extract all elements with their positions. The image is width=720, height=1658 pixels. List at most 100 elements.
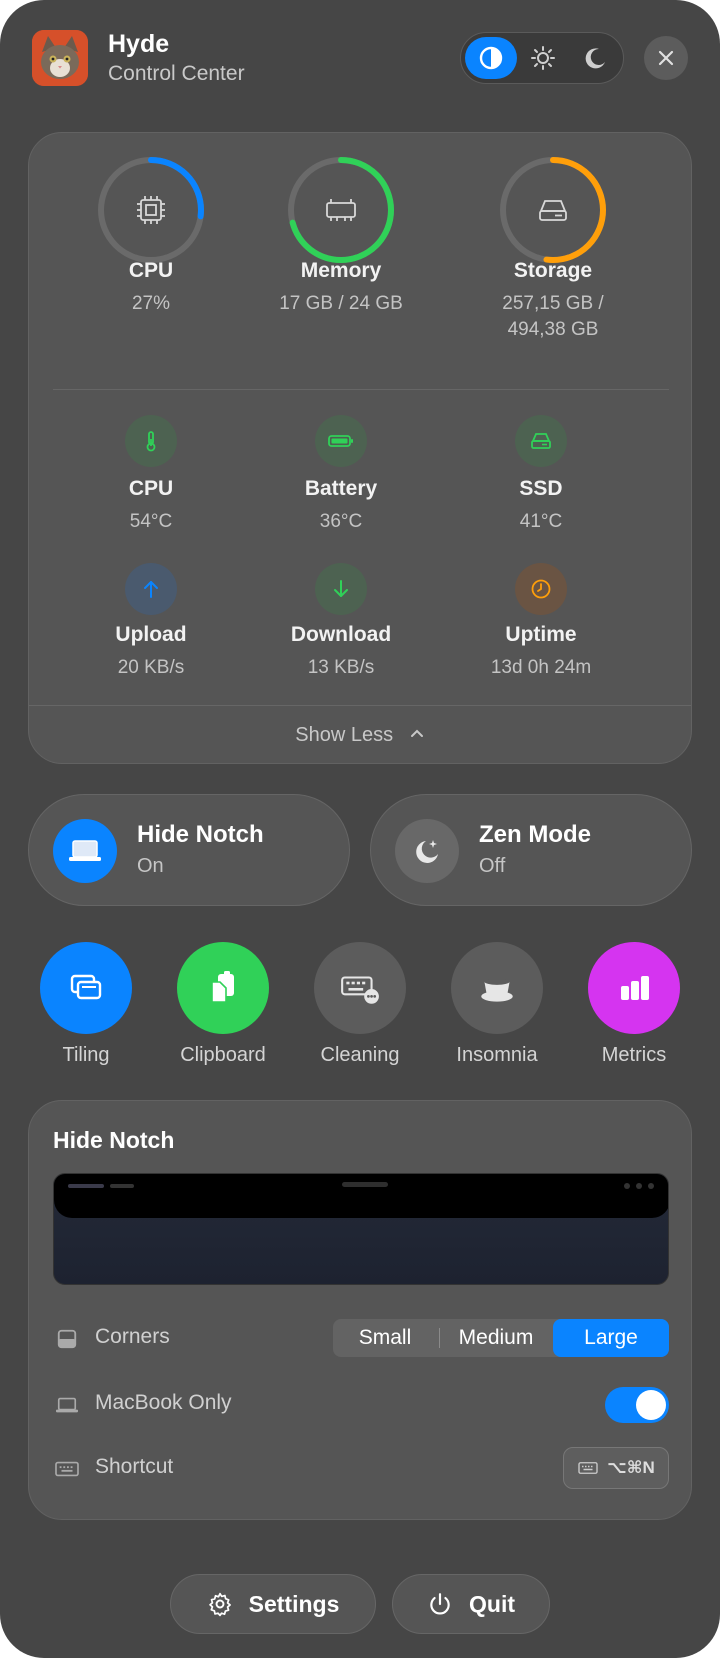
upload-icon-wrap	[125, 563, 177, 615]
corner-large-option[interactable]: Large	[553, 1319, 669, 1357]
corners-segmented-control: Small Medium Large	[333, 1319, 669, 1357]
theme-light-button[interactable]	[517, 37, 569, 79]
storage-usage-ring	[500, 157, 606, 263]
memory-usage-title: Memory	[300, 259, 382, 282]
macbook-icon	[53, 1391, 81, 1419]
cpu-temp-icon-wrap	[125, 415, 177, 467]
cleaning-button[interactable]	[314, 942, 406, 1034]
quit-label: Quit	[469, 1590, 515, 1617]
clipboard-icon	[211, 971, 234, 1003]
zen-mode-state: Off	[479, 855, 506, 877]
gear-icon	[208, 1592, 231, 1617]
menu-bar-preview	[54, 1174, 668, 1218]
zen-mode-title: Zen Mode	[479, 821, 591, 848]
metrics-button[interactable]	[588, 942, 680, 1034]
cpu-usage-title: CPU	[128, 259, 174, 282]
theme-mode-switcher	[460, 32, 624, 84]
app-title: Hyde	[108, 30, 170, 58]
corners-icon	[53, 1325, 81, 1353]
moon-stars-icon	[416, 840, 438, 863]
battery-temp-icon-wrap	[315, 415, 367, 467]
uptime-title: Uptime	[505, 623, 577, 646]
insomnia-label: Insomnia	[456, 1044, 538, 1066]
app-subtitle: Control Center	[108, 62, 245, 85]
hide-notch-toggle[interactable]: Hide Notch On	[28, 794, 350, 906]
upload-value: 20 KB/s	[117, 657, 185, 678]
keyboard-cleaning-icon	[341, 976, 379, 1004]
corner-medium-option[interactable]: Medium	[441, 1319, 551, 1357]
hide-notch-title: Hide Notch	[137, 821, 264, 848]
keyboard-icon	[53, 1455, 81, 1483]
coffee-cup-icon	[481, 978, 513, 1002]
bar-chart-icon	[621, 976, 649, 1000]
shortcut-recorder[interactable]: ⌥⌘N	[563, 1447, 669, 1489]
clipboard-button[interactable]	[177, 942, 269, 1034]
laptop-icon	[69, 840, 101, 861]
drive-icon	[539, 200, 567, 221]
hide-notch-settings-card: Hide Notch Corners Small Medium Large Ma…	[28, 1100, 692, 1520]
storage-usage-value-line2: 494,38 GB	[507, 319, 599, 340]
insomnia-button[interactable]	[451, 942, 543, 1034]
clock-icon	[531, 579, 551, 599]
segment-separator	[439, 1328, 440, 1348]
settings-button[interactable]: Settings	[170, 1574, 376, 1634]
thermometer-icon	[146, 431, 156, 452]
download-title: Download	[290, 623, 392, 646]
system-stats-card: CPU 27% Memory 17 GB / 24 GB Storage 257…	[28, 132, 692, 764]
theme-dark-button[interactable]	[569, 37, 621, 79]
show-less-label: Show Less	[295, 724, 394, 746]
shortcut-keys: ⌥⌘N	[607, 1458, 655, 1477]
arrow-up-icon	[144, 581, 158, 598]
cpu-chip-icon	[137, 196, 165, 224]
switch-knob	[636, 1390, 666, 1420]
ssd-icon	[531, 433, 551, 449]
battery-icon	[328, 435, 353, 447]
hide-notch-settings-title: Hide Notch	[53, 1127, 175, 1153]
storage-usage-value-line1: 257,15 GB /	[502, 293, 604, 314]
notch-preview	[53, 1173, 669, 1285]
uptime-icon-wrap	[515, 563, 567, 615]
memory-icon	[326, 199, 356, 221]
zen-mode-toggle[interactable]: Zen Mode Off	[370, 794, 692, 906]
tiling-label: Tiling	[62, 1044, 110, 1066]
windows-icon	[70, 974, 102, 1000]
show-less-button[interactable]: Show Less	[29, 705, 691, 763]
memory-usage-ring	[288, 157, 394, 263]
upload-title: Upload	[115, 623, 187, 646]
macbook-only-switch[interactable]	[605, 1387, 669, 1423]
laptop-icon-wrap	[53, 819, 117, 883]
close-icon	[658, 50, 674, 66]
app-icon	[32, 30, 88, 86]
shortcut-label: Shortcut	[95, 1455, 174, 1478]
hide-notch-state: On	[137, 855, 164, 877]
moon-icon	[585, 48, 605, 69]
memory-usage-value: 17 GB / 24 GB	[279, 293, 403, 314]
arrow-down-icon	[334, 580, 348, 597]
ssd-temp-icon-wrap	[515, 415, 567, 467]
metrics-label: Metrics	[601, 1044, 667, 1066]
control-center-window: Hyde Control Center CPU 27% Memory 17 GB…	[0, 0, 720, 1658]
chevron-up-icon	[410, 729, 423, 737]
clipboard-label: Clipboard	[180, 1044, 266, 1066]
cleaning-label: Cleaning	[320, 1044, 400, 1066]
corner-small-option[interactable]: Small	[333, 1319, 437, 1357]
settings-label: Settings	[248, 1590, 340, 1617]
battery-temp-value: 36°C	[319, 511, 363, 532]
battery-temp-title: Battery	[304, 477, 378, 500]
quit-button[interactable]: Quit	[392, 1574, 550, 1634]
ssd-temp-title: SSD	[519, 477, 563, 500]
download-icon-wrap	[315, 563, 367, 615]
storage-usage-title: Storage	[513, 259, 593, 282]
macbook-only-label: MacBook Only	[95, 1391, 232, 1414]
uptime-value: 13d 0h 24m	[490, 657, 592, 678]
ssd-temp-value: 41°C	[519, 511, 563, 532]
corners-label: Corners	[95, 1325, 170, 1348]
contrast-icon	[479, 46, 503, 70]
power-icon	[430, 1593, 450, 1615]
tiling-button[interactable]	[40, 942, 132, 1034]
theme-auto-button[interactable]	[465, 37, 517, 79]
moon-stars-icon-wrap	[395, 819, 459, 883]
cpu-usage-value: 27%	[131, 293, 171, 314]
cpu-usage-ring	[98, 157, 204, 263]
close-button[interactable]	[644, 36, 688, 80]
